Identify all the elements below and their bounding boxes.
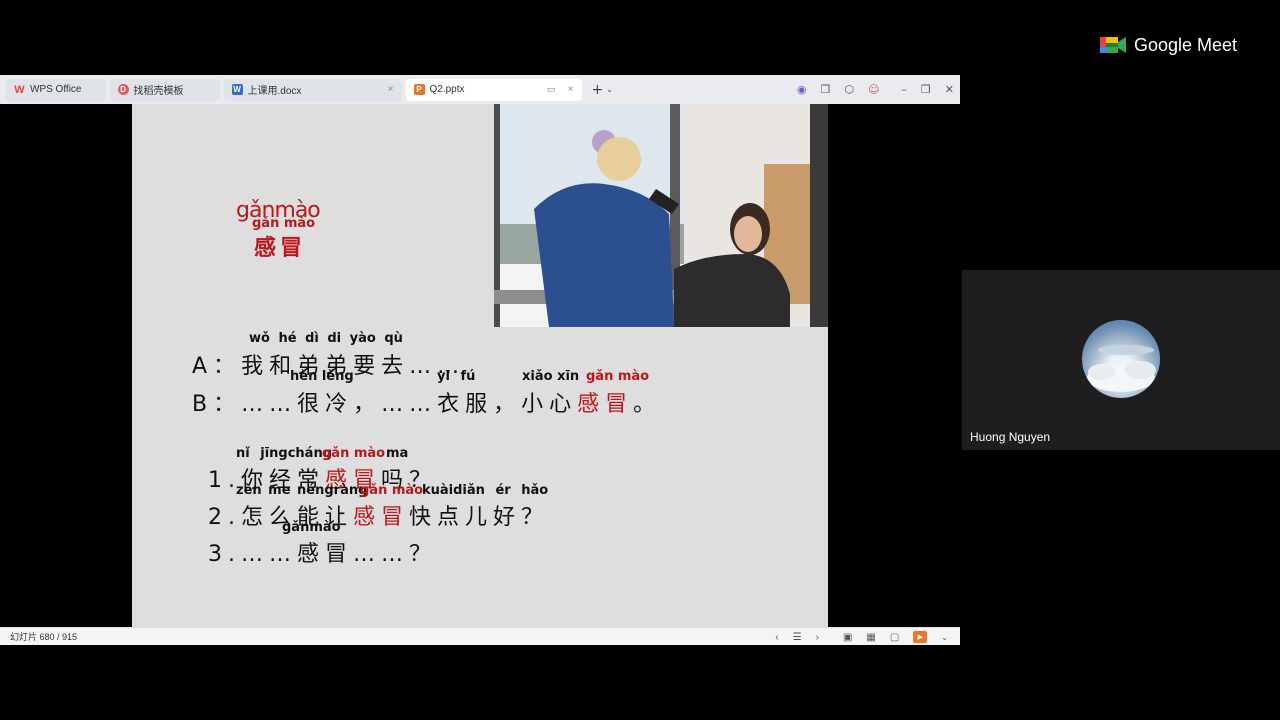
new-tab-button[interactable]: + ⌄ (592, 82, 613, 98)
normal-view-icon[interactable]: ▣ (843, 632, 852, 643)
play-icon[interactable]: ▶ (913, 631, 928, 643)
lineB-text: ……很冷，……衣服，小心 (241, 392, 578, 417)
q3-pinyin: gǎnmào (282, 520, 341, 535)
q2-pinyin-end: kuàidiǎn ér hǎo (422, 483, 549, 498)
slide-counter: 幻灯片 680 / 915 (10, 632, 78, 642)
chevron-down-icon[interactable]: ⌄ (941, 633, 948, 642)
q1-pinyin: nǐ jīngcháng (236, 446, 333, 461)
lineB-label: B： (192, 392, 242, 417)
tab-word-doc[interactable]: W 上课用.docx × (223, 78, 402, 101)
q1-pinyin-end: ma (386, 446, 409, 461)
photo-illustration (494, 104, 828, 327)
window-icon[interactable]: ❐ (820, 83, 830, 96)
wps-window: W WPS Office D 找稻壳模板 W 上课用.docx × P Q2.p… (0, 75, 960, 645)
participant-name: Huong Nguyen (970, 430, 1051, 444)
tab-wps-office[interactable]: W WPS Office (6, 78, 106, 101)
reading-view-icon[interactable]: ▢ (890, 632, 899, 643)
status-controls: ‹ ☰ › ▣ ▦ ▢ ▶ ⌄ (775, 628, 948, 646)
tab-label: Q2.pptx (429, 84, 465, 95)
meet-camera-icon (1100, 37, 1126, 53)
lineB-sentence: B：……很冷，……衣服，小心感冒。 (192, 386, 661, 418)
window-controls: ◉ ❐ ⬡ ☺ – ❐ ✕ (797, 75, 954, 104)
lineB-pinyin-2: yī fú (437, 369, 476, 384)
cloud-avatar-icon (1087, 345, 1156, 392)
title-hanzi: 感冒 (254, 236, 307, 261)
cube-icon[interactable]: ⬡ (844, 83, 854, 96)
next-slide-icon[interactable]: › (816, 632, 819, 643)
word-doc-icon: W (231, 84, 243, 95)
slide: gǎnmào gǎn mào 感冒 wǒ hé dì di yào qù A：我… (132, 104, 828, 627)
outline-icon[interactable]: ☰ (793, 632, 802, 643)
q2-post: 快点儿好？ (409, 505, 550, 530)
tab-label: 找稻壳模板 (133, 86, 184, 97)
ppt-icon: P (413, 84, 425, 95)
prev-slide-icon[interactable]: ‹ (775, 632, 778, 643)
docer-icon: D (117, 84, 129, 95)
lineA-label: A： (192, 354, 242, 379)
close-icon[interactable]: × (568, 84, 574, 95)
close-window-icon[interactable]: ✕ (945, 83, 954, 96)
close-icon[interactable]: × (388, 84, 394, 95)
lineA-pinyin: wǒ hé dì di yào qù (249, 331, 403, 346)
document-area: gǎnmào gǎn mào 感冒 wǒ hé dì di yào qù A：我… (0, 104, 960, 627)
user-icon[interactable]: ☺ (868, 83, 879, 96)
meet-title: Google Meet (1134, 34, 1238, 55)
lineB-pinyin-4: gǎn mào (586, 369, 650, 384)
q2-pinyin: zěn me néngràng (236, 483, 368, 498)
shared-screen: W WPS Office D 找稻壳模板 W 上课用.docx × P Q2.p… (0, 0, 960, 720)
status-bar: 幻灯片 680 / 915 ‹ ☰ › ▣ ▦ ▢ ▶ ⌄ (0, 627, 960, 645)
wps-logo-icon: W (14, 83, 25, 96)
tab-label: 上课用.docx (247, 86, 302, 97)
screen: W WPS Office D 找稻壳模板 W 上课用.docx × P Q2.p… (0, 0, 1280, 720)
q1-pinyin-red: gǎn mào (322, 446, 386, 461)
assistant-icon[interactable]: ◉ (797, 83, 807, 96)
avatar (1082, 320, 1160, 398)
tab-label: WPS Office (30, 84, 82, 95)
restore-icon[interactable]: ❐ (921, 83, 931, 96)
q3-sentence: 3.……感冒……？ (208, 542, 437, 567)
lineB-pinyin-1: hěn lěng (290, 369, 354, 384)
q2-keyword: 感冒 (353, 505, 410, 530)
meet-icon (1100, 34, 1126, 56)
slide-photo (494, 104, 828, 327)
sorter-view-icon[interactable]: ▦ (866, 632, 875, 643)
google-meet-logo: Google Meet (1100, 34, 1237, 56)
q2-sentence: 2.怎么能让感冒快点儿好？ (208, 499, 549, 531)
lineB-pinyin-3: xiǎo xīn (522, 369, 580, 384)
tab-docer[interactable]: D 找稻壳模板 (109, 78, 220, 101)
tab-bar: W WPS Office D 找稻壳模板 W 上课用.docx × P Q2.p… (0, 75, 960, 104)
lineB-keyword: 感冒 (577, 392, 634, 417)
screen-icon[interactable]: ▭ (547, 84, 556, 95)
lineB-end: 。 (633, 392, 662, 417)
participant-tile[interactable]: Huong Nguyen (962, 270, 1280, 450)
q2-pinyin-red: gǎn mào (360, 483, 424, 498)
minimize-icon[interactable]: – (901, 83, 907, 96)
tab-ppt[interactable]: P Q2.pptx ▭ × (405, 78, 582, 101)
title-pinyin: gǎn mào (252, 216, 316, 231)
chevron-down-icon: ⌄ (606, 85, 613, 94)
